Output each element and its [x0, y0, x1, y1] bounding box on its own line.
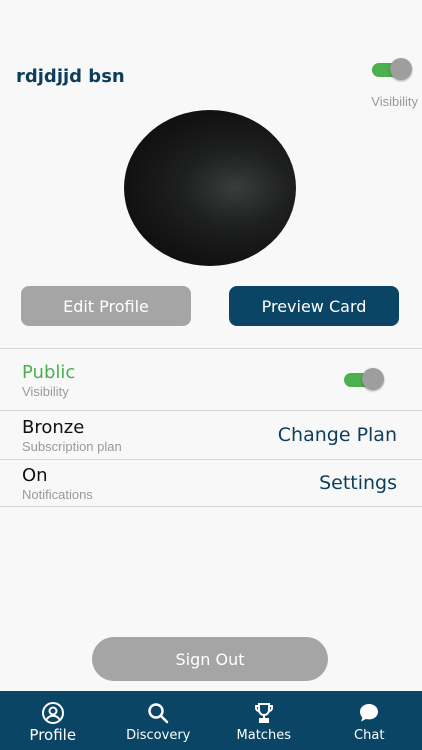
bottom-nav: Profile Discovery Matches Chat [0, 691, 422, 750]
notification-settings-button[interactable]: Settings [319, 472, 397, 494]
change-plan-button[interactable]: Change Plan [278, 424, 397, 446]
edit-profile-button[interactable]: Edit Profile [21, 286, 191, 326]
visibility-subtitle: Visibility [22, 384, 69, 399]
nav-matches-label: Matches [236, 728, 291, 743]
toggle-thumb [362, 368, 384, 390]
divider [0, 459, 422, 460]
nav-matches[interactable]: Matches [211, 691, 317, 750]
toggle-thumb [390, 58, 412, 80]
nav-profile[interactable]: Profile [0, 691, 106, 750]
sign-out-button[interactable]: Sign Out [92, 637, 328, 681]
avatar[interactable] [124, 110, 296, 266]
visibility-label: Visibility [371, 94, 418, 109]
visibility-status: Public [22, 362, 76, 383]
nav-chat[interactable]: Chat [317, 691, 422, 750]
nav-profile-label: Profile [29, 726, 77, 744]
divider [0, 410, 422, 411]
subscription-plan-label: Subscription plan [22, 439, 122, 454]
notifications-label: Notifications [22, 487, 93, 502]
nav-discovery-label: Discovery [126, 728, 191, 743]
divider [0, 506, 422, 507]
notifications-value: On [22, 465, 48, 486]
subscription-plan-value: Bronze [22, 417, 85, 438]
nav-discovery[interactable]: Discovery [106, 691, 212, 750]
visibility-toggle[interactable] [372, 58, 412, 80]
profile-icon [41, 702, 64, 724]
search-icon [148, 703, 169, 724]
preview-card-button[interactable]: Preview Card [229, 286, 399, 326]
trophy-icon [254, 703, 273, 723]
public-visibility-toggle[interactable] [344, 368, 384, 390]
chat-icon [360, 704, 379, 722]
nav-chat-label: Chat [354, 728, 385, 743]
profile-name: rdjdjjd bsn [16, 66, 125, 87]
divider [0, 348, 422, 349]
